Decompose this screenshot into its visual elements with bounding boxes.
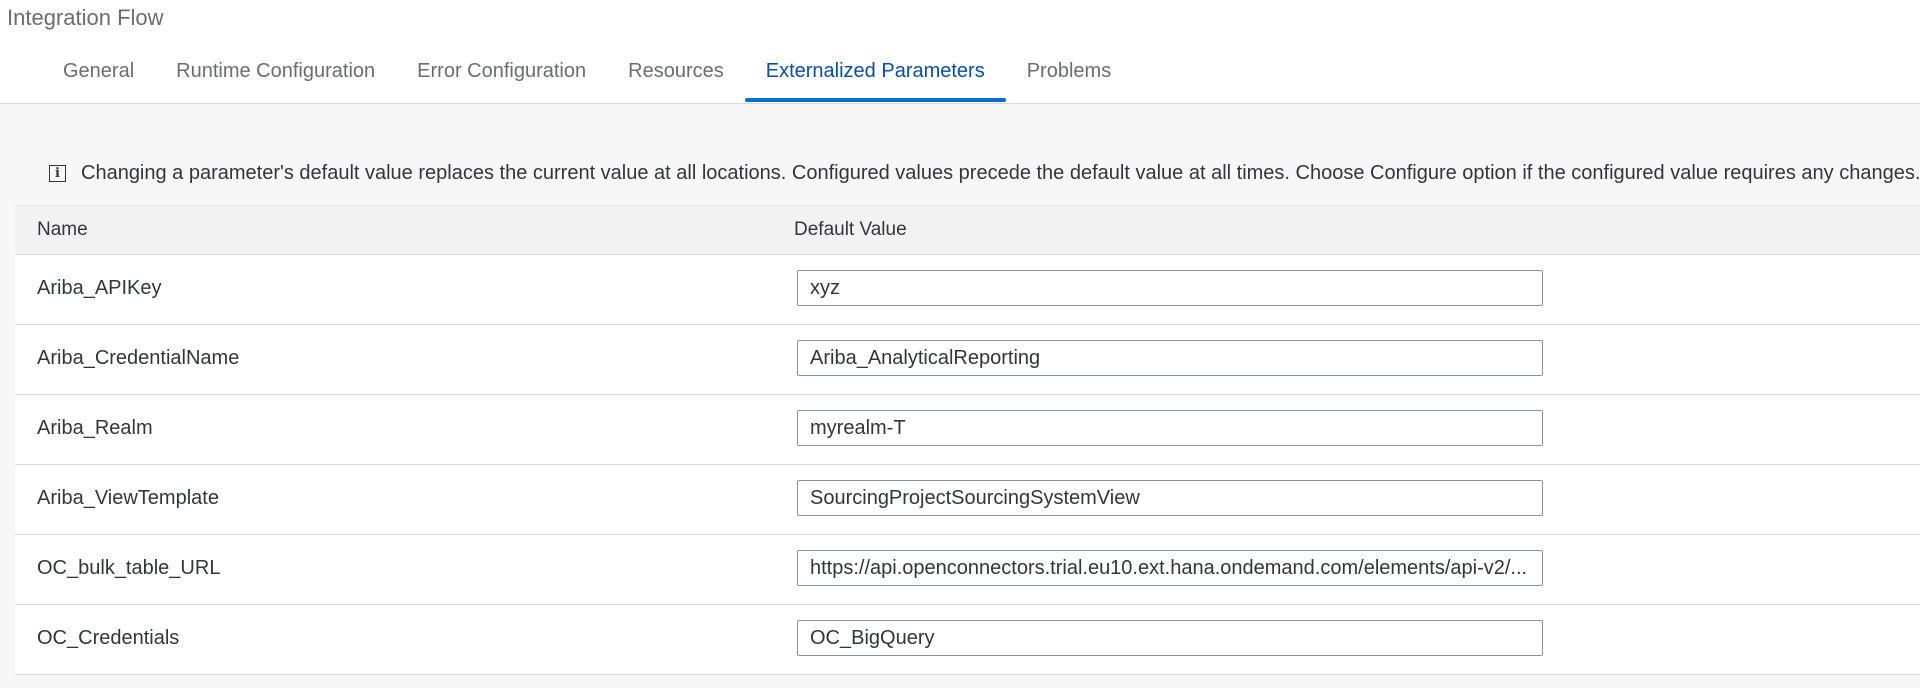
table-row: OC_Credentials <box>15 605 1920 675</box>
info-icon: i <box>49 165 66 182</box>
default-value-input[interactable] <box>797 550 1543 586</box>
tab-error-configuration[interactable]: Error Configuration <box>396 56 607 103</box>
tab-bar: General Runtime Configuration Error Conf… <box>42 56 1132 103</box>
table-row: Ariba_ViewTemplate <box>15 465 1920 535</box>
info-text: Changing a parameter's default value rep… <box>81 162 1920 184</box>
header: Integration Flow General Runtime Configu… <box>0 0 1920 104</box>
parameter-name: OC_Credentials <box>37 627 180 649</box>
default-value-input[interactable] <box>797 340 1543 376</box>
default-value-input[interactable] <box>797 410 1543 446</box>
table-row: Ariba_APIKey <box>15 255 1920 325</box>
tab-externalized-parameters[interactable]: Externalized Parameters <box>744 56 1006 103</box>
info-message: i Changing a parameter's default value r… <box>49 162 1920 185</box>
column-header-name: Name <box>37 219 88 240</box>
tab-problems[interactable]: Problems <box>1006 56 1132 103</box>
tab-resources[interactable]: Resources <box>607 56 745 103</box>
table-row: OC_bulk_table_URL <box>15 535 1920 605</box>
table-row: Ariba_Realm <box>15 395 1920 465</box>
page-title: Integration Flow <box>7 5 164 30</box>
default-value-input[interactable] <box>797 480 1543 516</box>
tab-runtime-configuration[interactable]: Runtime Configuration <box>155 56 396 103</box>
default-value-input[interactable] <box>797 620 1543 656</box>
parameter-name: Ariba_APIKey <box>37 277 162 299</box>
tab-general[interactable]: General <box>42 56 155 103</box>
table-header: Name Default Value <box>15 205 1920 255</box>
parameter-name: Ariba_Realm <box>37 417 153 439</box>
parameter-name: Ariba_CredentialName <box>37 347 240 369</box>
table-row: Ariba_CredentialName <box>15 325 1920 395</box>
default-value-input[interactable] <box>797 270 1543 306</box>
parameter-name: OC_bulk_table_URL <box>37 557 221 579</box>
parameters-table: Name Default Value Ariba_APIKey Ariba_Cr… <box>15 205 1920 675</box>
parameter-name: Ariba_ViewTemplate <box>37 487 219 509</box>
column-header-default-value: Default Value <box>794 219 907 240</box>
